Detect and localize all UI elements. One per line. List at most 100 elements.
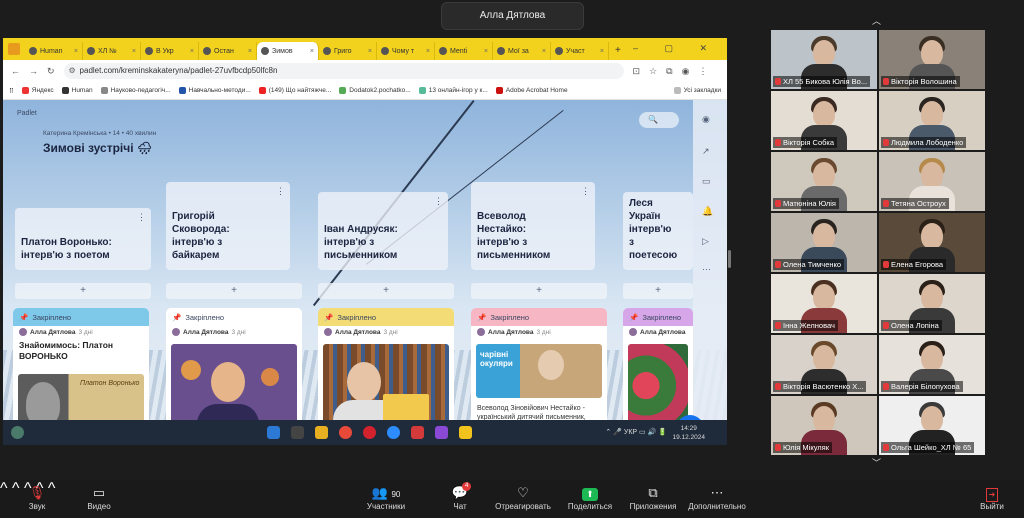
- bell-icon[interactable]: 🔔: [702, 206, 713, 217]
- post-image[interactable]: [628, 344, 688, 420]
- browser-menu-icon[interactable]: [8, 43, 20, 55]
- split-drag-handle[interactable]: [728, 250, 731, 268]
- menu-dots-icon[interactable]: ⋮: [698, 66, 707, 77]
- close-icon[interactable]: ×: [426, 48, 430, 55]
- participant-tile[interactable]: Олена Тимченко: [771, 213, 877, 272]
- post-image[interactable]: Платон Воронько: [18, 374, 144, 420]
- browser-tab[interactable]: Чому т ×: [377, 42, 435, 60]
- install-icon[interactable]: ⊡: [633, 66, 641, 77]
- browser-tab[interactable]: Human ×: [25, 42, 83, 60]
- chrome-icon[interactable]: [339, 426, 352, 439]
- post-card[interactable]: 📌 Закріплено Алла Дятлова 3 дні чарівні ок…: [471, 308, 607, 420]
- close-icon[interactable]: ×: [484, 48, 488, 55]
- back-icon[interactable]: ←: [11, 66, 20, 76]
- more-icon[interactable]: ⋯: [702, 264, 711, 275]
- participant-tile[interactable]: ХЛ 55 Бикова Юлія Во...: [771, 30, 877, 89]
- participant-tile[interactable]: Олена Лопіна: [879, 274, 985, 333]
- bookmark-item[interactable]: Яндекс: [21, 87, 54, 94]
- column-header[interactable]: Платон Воронько: інтерв'ю з поетом ⋮: [15, 208, 151, 270]
- browser-tab[interactable]: Остан ×: [199, 42, 257, 60]
- new-tab-icon[interactable]: +: [609, 45, 621, 60]
- bookmark-item[interactable]: Науково-педагогіч...: [100, 87, 171, 94]
- post-image[interactable]: [323, 344, 449, 420]
- close-icon[interactable]: ×: [368, 48, 372, 55]
- widgets-icon[interactable]: [11, 426, 24, 439]
- bookmark-item[interactable]: Dodatok2.pochatko...: [339, 87, 411, 94]
- participant-tile[interactable]: Матюніна Юлія: [771, 152, 877, 211]
- column-header[interactable]: Григорій Сковорода: інтерв'ю з байкарем ⋮: [166, 182, 290, 270]
- participant-tile[interactable]: Ольга Шейко_ХЛ № 65: [879, 396, 985, 455]
- slideshow-icon[interactable]: ▭: [702, 176, 711, 187]
- chevron-up-icon[interactable]: ^: [12, 480, 20, 497]
- react-button[interactable]: ♡ Отреагировать: [494, 484, 552, 511]
- file-explorer-icon[interactable]: [315, 426, 328, 439]
- windows-start-icon[interactable]: [267, 426, 280, 439]
- participant-tile[interactable]: Вікторія Собка: [771, 91, 877, 150]
- gallery-down-icon[interactable]: ﹀: [872, 456, 881, 469]
- forward-icon[interactable]: →: [29, 66, 38, 76]
- browser-tab-active[interactable]: Зимов ×: [257, 42, 319, 60]
- search-button[interactable]: 🔍: [639, 112, 679, 128]
- apps-button[interactable]: ⧉ Приложения: [626, 484, 680, 511]
- more-button[interactable]: ⋯ Дополнительно: [686, 484, 748, 511]
- bookmark-item[interactable]: Human: [61, 87, 93, 94]
- column-header[interactable]: Леся Україн інтерв'ю з поетесою: [623, 192, 693, 270]
- post-card[interactable]: 📌 Закріплено Алла Дятлова 3 дні: [318, 308, 454, 420]
- opera-icon[interactable]: [363, 426, 376, 439]
- share-screen-button[interactable]: ⬆ Поделиться: [566, 484, 614, 511]
- browser-tab[interactable]: Мої за ×: [493, 42, 551, 60]
- more-options-icon[interactable]: ⋮: [581, 186, 590, 197]
- system-clock[interactable]: 14:29 19.12.2024: [672, 424, 705, 442]
- star-icon[interactable]: ☆: [649, 66, 657, 77]
- add-post-button[interactable]: +: [471, 283, 607, 299]
- participant-tile[interactable]: Тетяна Остроух: [879, 152, 985, 211]
- bookmark-item[interactable]: (149) Що найтяжче...: [258, 87, 331, 94]
- gallery-up-icon[interactable]: ︿: [872, 14, 881, 27]
- browser-tab[interactable]: ХЛ № ×: [83, 42, 141, 60]
- reload-icon[interactable]: ↻: [47, 66, 55, 77]
- close-icon[interactable]: ×: [542, 48, 546, 55]
- browser-tab[interactable]: Григо ×: [319, 42, 377, 60]
- play-icon[interactable]: ▷: [702, 236, 709, 247]
- app-icon[interactable]: [411, 426, 424, 439]
- system-tray[interactable]: ⌃ 🎤 УКР ▭ 🔊 🔋: [605, 428, 667, 436]
- chevron-up-icon[interactable]: ^: [0, 480, 8, 497]
- leave-button[interactable]: ➜ Выйти: [978, 484, 1006, 511]
- participant-tile[interactable]: Валерія Білопухова: [879, 335, 985, 394]
- more-options-icon[interactable]: ⋮: [137, 212, 146, 223]
- participant-tile[interactable]: Вікторія Васютенко Х...: [771, 335, 877, 394]
- participant-tile[interactable]: Вікторія Волошина: [879, 30, 985, 89]
- profile-icon[interactable]: ◉: [682, 66, 690, 77]
- participant-tile[interactable]: Юлія Мікуляк: [771, 396, 877, 455]
- url-bar[interactable]: ⚙ padlet.com/kreminskakateryna/padlet-27…: [63, 63, 624, 79]
- more-options-icon[interactable]: ⋮: [434, 196, 443, 207]
- close-icon[interactable]: ×: [74, 48, 78, 55]
- post-card[interactable]: 📌 Закріплено Алла Дятлова 3 дні Знайомимос…: [13, 308, 149, 420]
- profile-icon[interactable]: ◉: [702, 114, 710, 125]
- add-post-button[interactable]: +: [166, 283, 302, 299]
- add-post-button[interactable]: +: [318, 283, 454, 299]
- post-image[interactable]: чарівні окуляри: [476, 344, 602, 398]
- mute-button[interactable]: 🎙 Звук: [22, 484, 52, 511]
- task-view-icon[interactable]: [291, 426, 304, 439]
- post-image[interactable]: [171, 344, 297, 420]
- zoom-icon[interactable]: [387, 426, 400, 439]
- browser-tab[interactable]: Menti ×: [435, 42, 493, 60]
- close-icon[interactable]: ×: [190, 48, 194, 55]
- column-header[interactable]: Іван Андрусяк: інтерв'ю з письменником ⋮: [318, 192, 448, 270]
- chat-button[interactable]: 💬 4 Чат: [448, 482, 472, 511]
- close-icon[interactable]: ×: [248, 48, 252, 55]
- add-post-button[interactable]: +: [15, 283, 151, 299]
- post-card[interactable]: 📌 Закріплено Алла Дятлова: [623, 308, 693, 420]
- bookmark-item[interactable]: Навчально-методи...: [178, 87, 251, 94]
- participant-tile[interactable]: Елена Егорова: [879, 213, 985, 272]
- participant-tile[interactable]: Людмила Лободенко: [879, 91, 985, 150]
- bookmark-item[interactable]: 13 онлайн-ігор у к...: [418, 87, 488, 94]
- bookmark-item[interactable]: Adobe Acrobat Home: [495, 87, 568, 94]
- close-icon[interactable]: ×: [132, 48, 136, 55]
- window-controls[interactable]: – ▢ ✕: [633, 43, 719, 54]
- column-header[interactable]: Всеволод Нестайко: інтерв'ю з письменник…: [471, 182, 595, 270]
- participant-tile[interactable]: Інна Желновач: [771, 274, 877, 333]
- all-bookmarks[interactable]: Усі закладки: [673, 87, 721, 94]
- share-icon[interactable]: ↗: [702, 146, 710, 157]
